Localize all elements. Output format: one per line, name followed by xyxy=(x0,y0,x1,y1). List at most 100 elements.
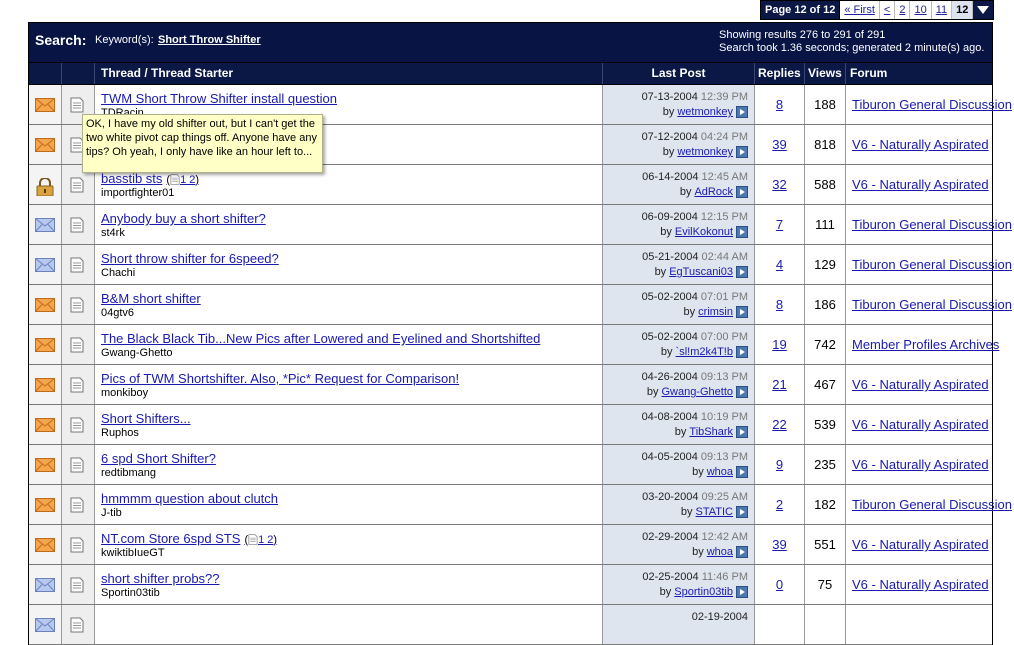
thread-title-link[interactable]: The Black Black Tib...New Pics after Low… xyxy=(101,331,540,346)
forum-cell: Tiburon General Discussion xyxy=(846,85,1012,124)
last-poster-link[interactable]: whoa xyxy=(707,546,733,558)
thread-starter[interactable]: Chachi xyxy=(101,267,135,279)
replies-cell xyxy=(755,605,805,644)
replies-link[interactable]: 8 xyxy=(755,285,804,324)
forum-link[interactable]: Tiburon General Discussion xyxy=(852,497,1012,512)
last-poster-link[interactable]: EgTuscani03 xyxy=(669,266,733,278)
forum-link[interactable]: V6 - Naturally Aspirated xyxy=(852,537,989,552)
last-post-by: by EvilKokonut xyxy=(660,226,748,238)
thread-starter[interactable]: importfighter01 xyxy=(101,187,174,199)
last-poster-link[interactable]: EvilKokonut xyxy=(675,226,733,238)
page-link-11[interactable]: 11 xyxy=(932,1,953,19)
triangle-down-icon[interactable] xyxy=(973,1,994,19)
thread-title-line: Short Shifters... xyxy=(101,411,191,426)
goto-last-post-icon[interactable] xyxy=(736,466,748,478)
forum-link[interactable]: Member Profiles Archives xyxy=(852,337,999,352)
thread-cell: NT.com Store 6spd STS (1 2) kwiktibIueGT xyxy=(95,525,603,564)
replies-link[interactable]: 22 xyxy=(755,405,804,444)
thread-title-link[interactable]: NT.com Store 6spd STS xyxy=(101,531,240,546)
goto-last-post-icon[interactable] xyxy=(736,546,748,558)
replies-link[interactable]: 7 xyxy=(755,205,804,244)
goto-last-post-icon[interactable] xyxy=(736,146,748,158)
prev-page-link[interactable]: < xyxy=(880,1,896,19)
last-poster-link[interactable]: AdRock xyxy=(694,186,733,198)
thread-title-link[interactable]: hmmmm question about clutch xyxy=(101,491,278,506)
col-thread[interactable]: Thread / Thread Starter xyxy=(95,63,603,84)
col-forum[interactable]: Forum xyxy=(846,63,992,84)
last-post-cell: 05-02-2004 07:01 PM by crimsin xyxy=(603,285,755,324)
last-poster-link[interactable]: whoa xyxy=(707,466,733,478)
first-page-link[interactable]: « First xyxy=(840,1,880,19)
last-poster-link[interactable]: Sportin03tib xyxy=(674,586,733,598)
goto-last-post-icon[interactable] xyxy=(736,306,748,318)
goto-last-post-icon[interactable] xyxy=(736,266,748,278)
last-poster-link[interactable]: STATIC xyxy=(696,506,733,518)
last-poster-link[interactable]: `sl!m2k4T!b xyxy=(676,346,733,358)
goto-last-post-icon[interactable] xyxy=(736,386,748,398)
replies-link[interactable]: 39 xyxy=(755,125,804,164)
last-poster-link[interactable]: TibShark xyxy=(689,426,733,438)
multipage-numbers[interactable]: 1 2 xyxy=(258,534,273,546)
replies-link[interactable]: 8 xyxy=(755,85,804,124)
multipage-numbers[interactable]: 1 2 xyxy=(180,174,195,186)
goto-last-post-icon[interactable] xyxy=(736,506,748,518)
thread-title-link[interactable]: Anybody buy a short shifter? xyxy=(101,211,266,226)
thread-starter[interactable]: Ruphos xyxy=(101,427,139,439)
goto-last-post-icon[interactable] xyxy=(736,226,748,238)
thread-starter[interactable]: 04gtv6 xyxy=(101,307,134,319)
replies-link[interactable]: 19 xyxy=(755,325,804,364)
thread-starter[interactable]: kwiktibIueGT xyxy=(101,547,165,559)
thread-title-link[interactable]: basstib sts xyxy=(101,171,162,186)
replies-link[interactable]: 0 xyxy=(755,565,804,604)
thread-title-link[interactable]: Short throw shifter for 6speed? xyxy=(101,251,279,266)
thread-starter[interactable]: monkiboy xyxy=(101,387,148,399)
document-icon xyxy=(70,217,84,238)
thread-title-link[interactable]: Pics of TWM Shortshifter. Also, *Pic* Re… xyxy=(101,371,459,386)
goto-last-post-icon[interactable] xyxy=(736,346,748,358)
last-post-time: 09:13 PM xyxy=(700,451,748,463)
goto-last-post-icon[interactable] xyxy=(736,586,748,598)
forum-link[interactable]: V6 - Naturally Aspirated xyxy=(852,457,989,472)
replies-link[interactable]: 9 xyxy=(755,445,804,484)
last-poster-link[interactable]: crimsin xyxy=(698,306,733,318)
replies-link[interactable]: 4 xyxy=(755,245,804,284)
forum-link[interactable]: V6 - Naturally Aspirated xyxy=(852,177,989,192)
replies-link[interactable]: 32 xyxy=(755,165,804,204)
last-poster-link[interactable]: wetmonkey xyxy=(677,106,733,118)
thread-title-link[interactable]: short shifter probs?? xyxy=(101,571,220,586)
thread-title-link[interactable]: B&M short shifter xyxy=(101,291,201,306)
replies-link[interactable]: 39 xyxy=(755,525,804,564)
col-replies[interactable]: Replies xyxy=(755,63,805,84)
col-last-post[interactable]: Last Post xyxy=(603,63,755,84)
thread-title-link[interactable]: Short Shifters... xyxy=(101,411,191,426)
document-icon xyxy=(70,497,84,518)
forum-link[interactable]: Tiburon General Discussion xyxy=(852,257,1012,272)
goto-last-post-icon[interactable] xyxy=(736,186,748,198)
replies-link[interactable]: 2 xyxy=(755,485,804,524)
views-count: 186 xyxy=(814,297,836,312)
forum-link[interactable]: Tiburon General Discussion xyxy=(852,97,1012,112)
thread-starter[interactable]: J-tib xyxy=(101,507,122,519)
forum-link[interactable]: V6 - Naturally Aspirated xyxy=(852,417,989,432)
keyword-link[interactable]: Short Throw Shifter xyxy=(158,34,261,46)
page-link-2[interactable]: 2 xyxy=(895,1,911,19)
last-poster-link[interactable]: Gwang-Ghetto xyxy=(661,386,733,398)
goto-last-post-icon[interactable] xyxy=(736,426,748,438)
col-views[interactable]: Views xyxy=(805,63,846,84)
forum-link[interactable]: Tiburon General Discussion xyxy=(852,217,1012,232)
forum-link[interactable]: Tiburon General Discussion xyxy=(852,297,1012,312)
forum-link[interactable]: V6 - Naturally Aspirated xyxy=(852,377,989,392)
thread-title-link[interactable]: 6 spd Short Shifter? xyxy=(101,451,216,466)
last-poster-link[interactable]: wetmonkey xyxy=(677,146,733,158)
forum-link[interactable]: V6 - Naturally Aspirated xyxy=(852,577,989,592)
forum-link[interactable]: V6 - Naturally Aspirated xyxy=(852,137,989,152)
thread-title-link[interactable]: TWM Short Throw Shifter install question xyxy=(101,91,337,106)
last-post-date: 04-05-2004 09:13 PM xyxy=(642,451,748,463)
thread-starter[interactable]: st4rk xyxy=(101,227,125,239)
goto-last-post-icon[interactable] xyxy=(736,106,748,118)
page-link-10[interactable]: 10 xyxy=(910,1,932,19)
thread-starter[interactable]: Gwang-Ghetto xyxy=(101,347,173,359)
replies-link[interactable]: 21 xyxy=(755,365,804,404)
thread-starter[interactable]: redtibmang xyxy=(101,467,156,479)
thread-starter[interactable]: Sportin03tib xyxy=(101,587,160,599)
